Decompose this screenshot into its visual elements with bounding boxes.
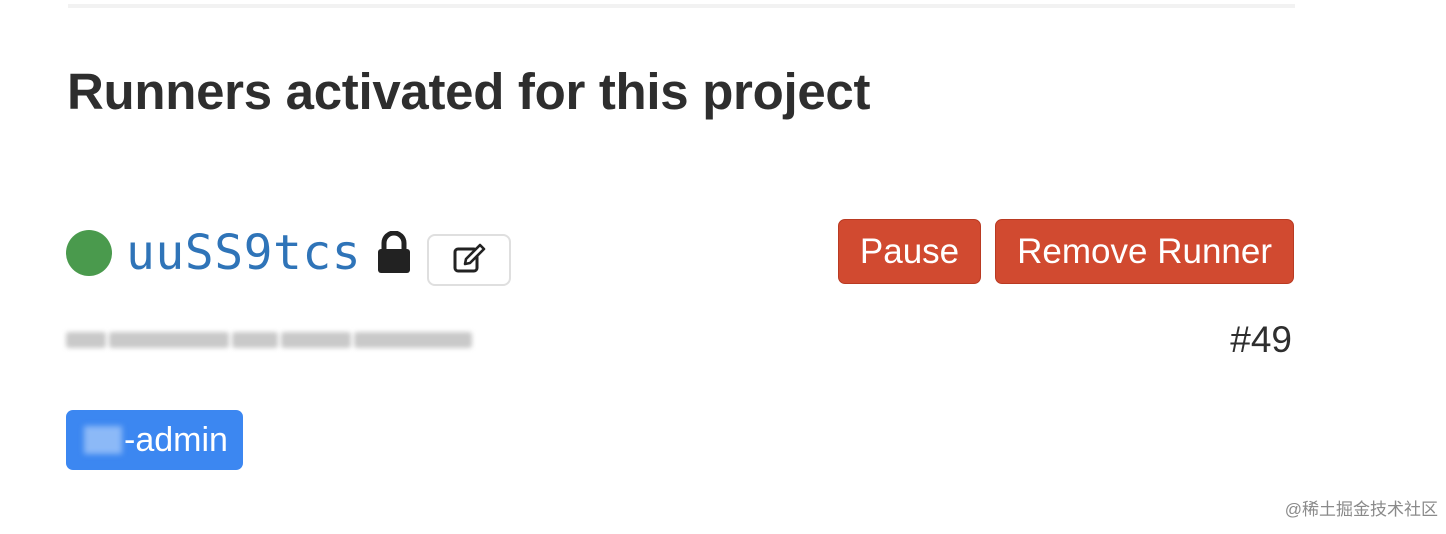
runner-tag-label: -admin <box>124 420 228 459</box>
runner-tag-badge: -admin <box>66 410 243 470</box>
top-divider <box>68 4 1295 8</box>
edit-runner-button[interactable] <box>427 234 512 286</box>
runner-header: uuSS9tcs <box>66 220 512 286</box>
edit-pencil-icon <box>449 242 489 279</box>
pause-button[interactable]: Pause <box>837 219 982 284</box>
runner-actions: Pause Remove Runner <box>837 219 1294 284</box>
runner-description-redacted <box>66 322 472 358</box>
watermark: @稀土掘金技术社区 <box>1284 500 1438 519</box>
runner-token-link[interactable]: uuSS9tcs <box>126 225 361 281</box>
runner-id: #49 <box>1230 319 1292 360</box>
tag-redacted <box>84 426 122 454</box>
remove-runner-button[interactable]: Remove Runner <box>995 219 1294 284</box>
page-title: Runners activated for this project <box>67 63 871 120</box>
status-online-icon <box>66 230 112 276</box>
runners-page: Runners activated for this project uuSS9… <box>0 0 1446 534</box>
lock-icon <box>375 231 413 275</box>
